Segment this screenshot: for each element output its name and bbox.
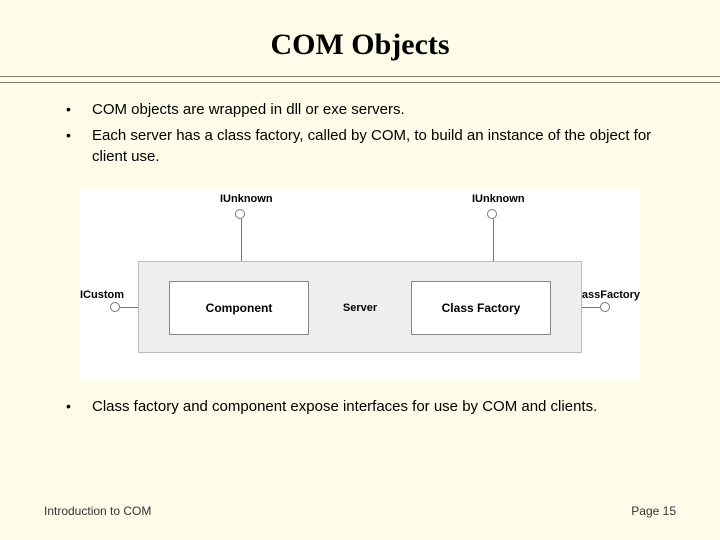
bullet-item: Class factory and component expose inter… bbox=[66, 397, 676, 417]
footer-page-number: Page 15 bbox=[631, 504, 676, 518]
label-iunknown-right: IUnknown bbox=[472, 193, 525, 205]
label-iunknown-left: IUnknown bbox=[220, 193, 273, 205]
label-icustom: ICustom bbox=[80, 289, 124, 301]
component-label: Component bbox=[206, 301, 273, 315]
bullet-list-bottom: Class factory and component expose inter… bbox=[44, 397, 676, 417]
bullet-item: Each server has a class factory, called … bbox=[66, 126, 676, 167]
server-box: Component Server Class Factory bbox=[138, 261, 582, 353]
server-label: Server bbox=[343, 302, 377, 314]
title-divider bbox=[44, 76, 676, 84]
class-factory-box: Class Factory bbox=[411, 281, 551, 335]
com-diagram: IUnknown IUnknown ICustom IClassFactory … bbox=[80, 189, 640, 379]
slide-title: COM Objects bbox=[44, 28, 676, 62]
bullet-list-top: COM objects are wrapped in dll or exe se… bbox=[44, 100, 676, 167]
bullet-item: COM objects are wrapped in dll or exe se… bbox=[66, 100, 676, 120]
class-factory-label: Class Factory bbox=[442, 301, 521, 315]
footer-left: Introduction to COM bbox=[44, 504, 151, 518]
slide: COM Objects COM objects are wrapped in d… bbox=[0, 0, 720, 540]
component-box: Component bbox=[169, 281, 309, 335]
slide-footer: Introduction to COM Page 15 bbox=[44, 504, 676, 518]
